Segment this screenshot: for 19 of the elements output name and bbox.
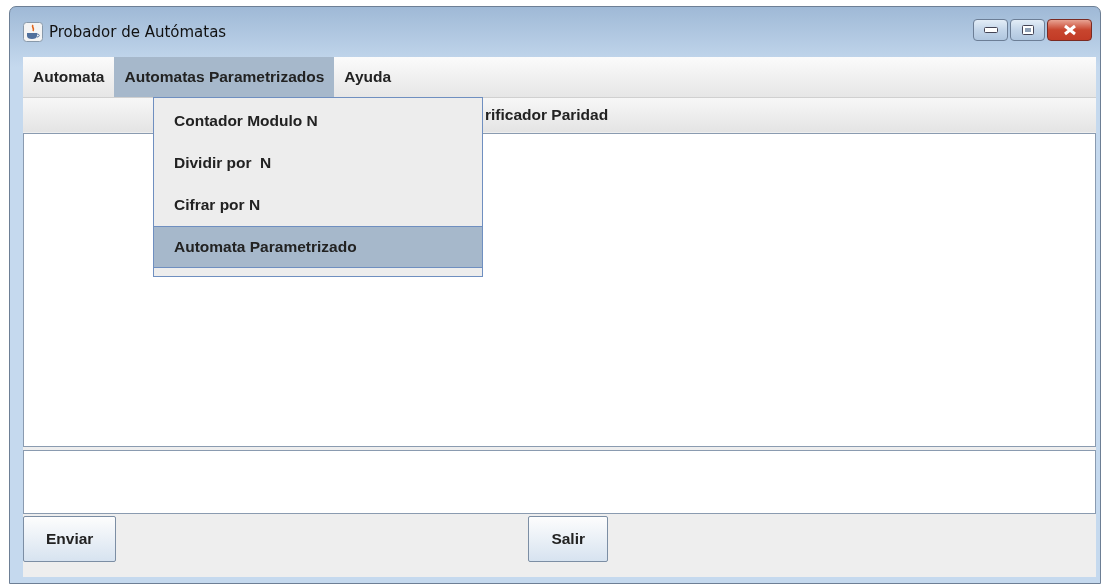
action-button[interactable]: Enviar [23, 516, 117, 562]
minimize-icon [983, 27, 998, 33]
input-field[interactable] [23, 450, 1096, 514]
menu-option[interactable]: Cifrar por N [154, 184, 482, 226]
minimize-button[interactable] [973, 19, 1008, 41]
close-button[interactable] [1047, 19, 1092, 41]
menu-option[interactable]: Automata Parametrizado [154, 226, 482, 268]
menu-option[interactable]: Contador Modulo N [154, 100, 482, 142]
window-title: Probador de Autómatas [49, 23, 227, 41]
java-cup-icon [23, 22, 43, 42]
close-icon [1062, 24, 1077, 36]
menu-item[interactable]: Automata [23, 57, 115, 97]
header-label: rificador Paridad [485, 106, 609, 124]
maximize-button[interactable] [1010, 19, 1045, 41]
menu-option[interactable]: Dividir por N [154, 142, 482, 184]
menu-item[interactable]: Automatas Parametrizados [114, 57, 335, 97]
action-button[interactable]: Salir [528, 516, 608, 562]
menu-item[interactable]: Ayuda [334, 57, 402, 97]
maximize-icon [1021, 25, 1034, 35]
